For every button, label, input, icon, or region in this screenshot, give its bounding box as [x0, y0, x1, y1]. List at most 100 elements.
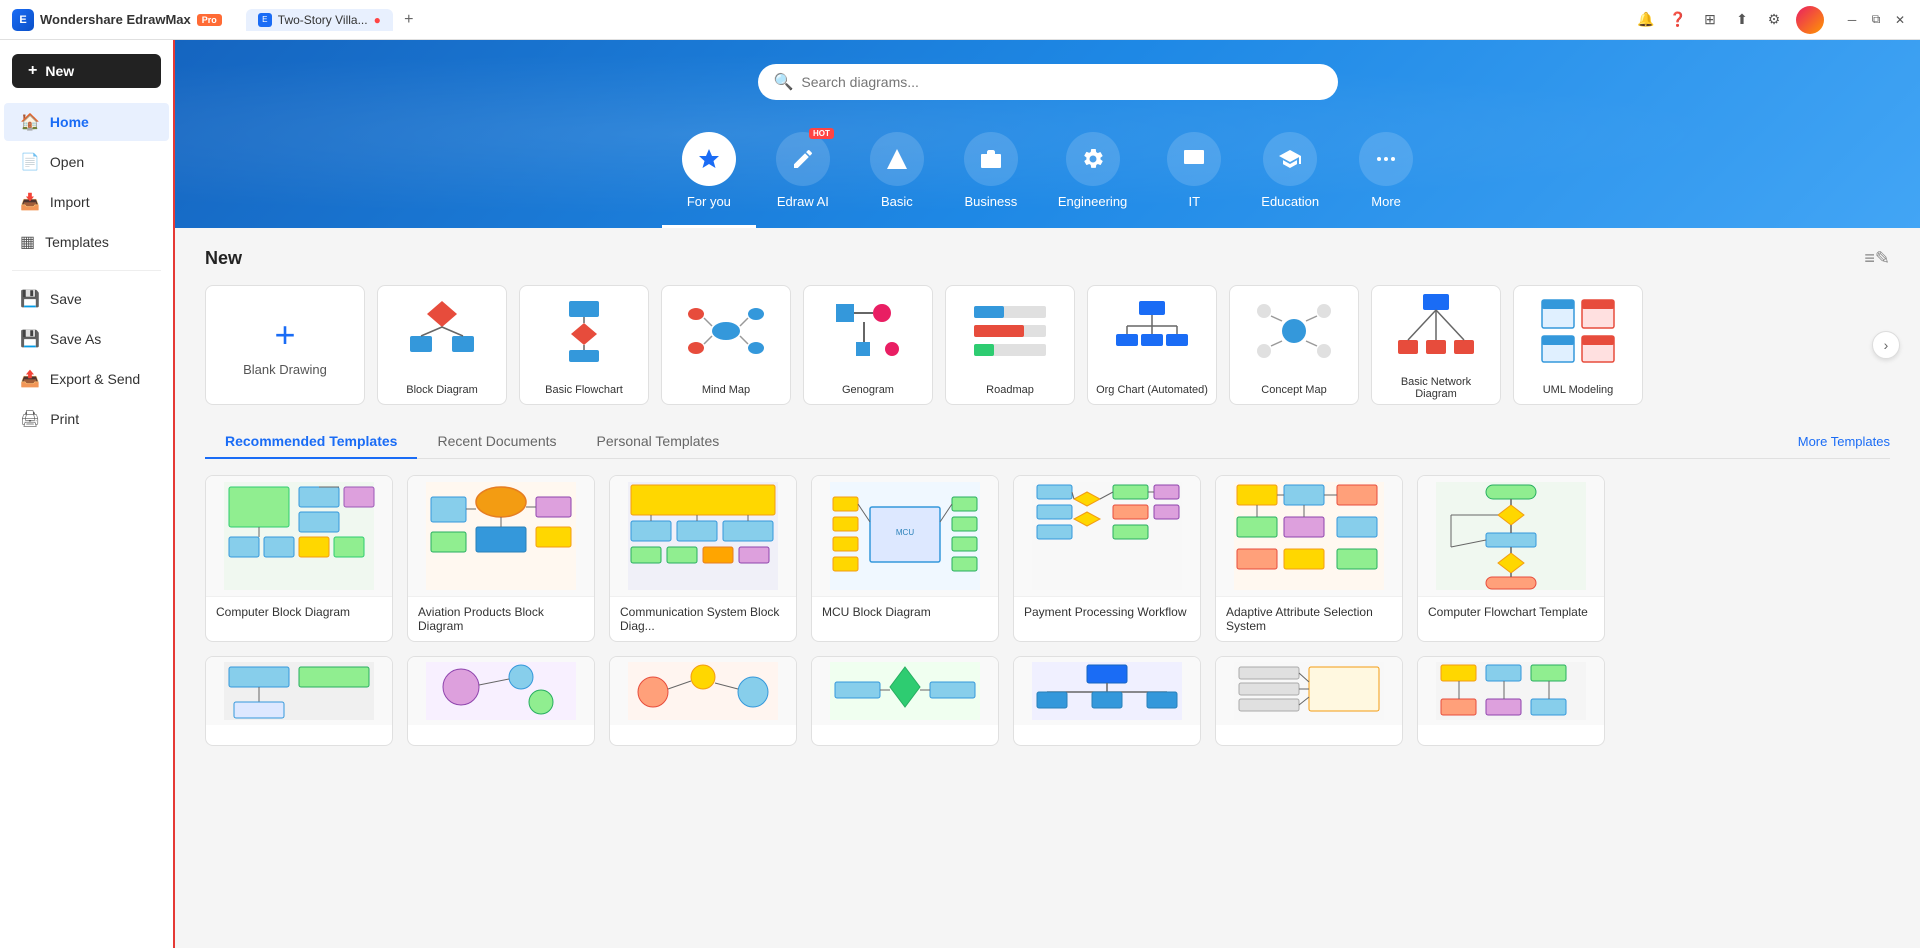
- template-row2-5-thumb: [1014, 657, 1200, 725]
- sidebar-divider: [12, 270, 161, 271]
- sidebar-label-templates: Templates: [45, 234, 109, 250]
- genogram-card[interactable]: Genogram: [803, 285, 933, 405]
- scroll-right-arrow[interactable]: ›: [1872, 331, 1900, 359]
- uml-card[interactable]: UML Modeling: [1513, 285, 1643, 405]
- flowchart-card[interactable]: Basic Flowchart: [519, 285, 649, 405]
- settings-icon[interactable]: ⚙: [1764, 10, 1784, 30]
- app-logo: E Wondershare EdrawMax Pro: [12, 9, 222, 31]
- concept-card[interactable]: Concept Map: [1229, 285, 1359, 405]
- blank-drawing-card[interactable]: + Blank Drawing: [205, 285, 365, 405]
- category-engineering[interactable]: Engineering: [1038, 124, 1147, 228]
- more-label: More: [1371, 194, 1401, 209]
- sidebar-item-print[interactable]: 🖨 Print: [4, 400, 169, 438]
- network-img: [1372, 285, 1500, 368]
- sidebar-item-save[interactable]: 💾 Save: [4, 280, 169, 318]
- tab-close-icon[interactable]: ●: [374, 13, 381, 27]
- mindmap-card[interactable]: Mind Map: [661, 285, 791, 405]
- more-templates-link[interactable]: More Templates: [1798, 434, 1890, 449]
- orgchart-label: Org Chart (Automated): [1088, 380, 1216, 404]
- template-comm-block[interactable]: Communication System Block Diag...: [609, 475, 797, 642]
- template-computer-flowchart[interactable]: Computer Flowchart Template: [1417, 475, 1605, 642]
- edraw-ai-icon: HOT: [776, 132, 830, 186]
- category-basic[interactable]: Basic: [850, 124, 944, 228]
- roadmap-card[interactable]: Roadmap: [945, 285, 1075, 405]
- open-tab[interactable]: E Two-Story Villa... ●: [246, 9, 393, 31]
- pro-badge: Pro: [197, 14, 222, 26]
- new-button[interactable]: + New: [12, 54, 161, 88]
- save-as-icon: 💾: [20, 329, 40, 349]
- blank-label: Blank Drawing: [243, 362, 327, 377]
- open-icon: 📄: [20, 152, 40, 172]
- share-icon[interactable]: ⬆: [1732, 10, 1752, 30]
- category-more[interactable]: More: [1339, 124, 1433, 228]
- template-adaptive-attr[interactable]: Adaptive Attribute Selection System: [1215, 475, 1403, 642]
- close-button[interactable]: ✕: [1892, 12, 1908, 28]
- engineering-icon: [1066, 132, 1120, 186]
- search-box[interactable]: 🔍: [758, 64, 1338, 100]
- tab-personal[interactable]: Personal Templates: [577, 425, 740, 459]
- template-mcu-block[interactable]: MCU MCU Block Di: [811, 475, 999, 642]
- business-label: Business: [965, 194, 1018, 209]
- logo-icon: E: [12, 9, 34, 31]
- sidebar-item-export[interactable]: 📤 Export & Send: [4, 360, 169, 398]
- template-row2-5[interactable]: [1013, 656, 1201, 746]
- hero-banner: 🔍 For you HOT Edra: [175, 40, 1920, 228]
- category-for-you[interactable]: For you: [662, 124, 756, 228]
- template-row2-7-thumb: [1418, 657, 1604, 725]
- template-row2-3-thumb: [610, 657, 796, 725]
- sidebar-item-open[interactable]: 📄 Open: [4, 143, 169, 181]
- block-diagram-label: Block Diagram: [398, 380, 486, 404]
- template-payment-workflow[interactable]: Payment Processing Workflow: [1013, 475, 1201, 642]
- avatar[interactable]: [1796, 6, 1824, 34]
- it-label: IT: [1189, 194, 1201, 209]
- engineering-label: Engineering: [1058, 194, 1127, 209]
- restore-button[interactable]: ⧉: [1868, 12, 1884, 28]
- block-diagram-card[interactable]: Block Diagram: [377, 285, 507, 405]
- search-input[interactable]: [801, 74, 1321, 90]
- category-business[interactable]: Business: [944, 124, 1038, 228]
- orgchart-card[interactable]: Org Chart (Automated): [1087, 285, 1217, 405]
- sidebar-item-save-as[interactable]: 💾 Save As: [4, 320, 169, 358]
- network-card[interactable]: Basic Network Diagram: [1371, 285, 1501, 405]
- it-icon: [1167, 132, 1221, 186]
- genogram-label: Genogram: [834, 380, 902, 404]
- categories-row: For you HOT Edraw AI Basic: [215, 124, 1880, 228]
- notification-icon[interactable]: 🔔: [1636, 10, 1656, 30]
- add-tab-button[interactable]: +: [397, 8, 421, 32]
- tab-recent[interactable]: Recent Documents: [417, 425, 576, 459]
- sidebar: + New 🏠 Home 📄 Open 📥 Import ▦ Templates…: [0, 40, 175, 948]
- template-row2-3[interactable]: [609, 656, 797, 746]
- help-icon[interactable]: ❓: [1668, 10, 1688, 30]
- apps-icon[interactable]: ⊞: [1700, 10, 1720, 30]
- tab-label: Two-Story Villa...: [278, 13, 368, 27]
- roadmap-img: [946, 286, 1074, 376]
- template-row2-6[interactable]: [1215, 656, 1403, 746]
- template-row2-1[interactable]: [205, 656, 393, 746]
- template-grid-row2: [205, 656, 1890, 746]
- minimize-button[interactable]: ─: [1844, 12, 1860, 28]
- sidebar-item-templates[interactable]: ▦ Templates: [4, 223, 169, 261]
- template-row2-4[interactable]: [811, 656, 999, 746]
- template-row2-2[interactable]: [407, 656, 595, 746]
- sidebar-item-import[interactable]: 📥 Import: [4, 183, 169, 221]
- new-section-action[interactable]: ≡✎: [1864, 248, 1890, 269]
- template-row2-7[interactable]: [1417, 656, 1605, 746]
- template-tabs: Recommended Templates Recent Documents P…: [205, 425, 1890, 459]
- blank-plus-icon: +: [274, 314, 295, 356]
- template-computer-block[interactable]: Computer Block Diagram: [205, 475, 393, 642]
- block-diagram-img: [378, 286, 506, 376]
- flowchart-img: [520, 286, 648, 376]
- category-edraw-ai[interactable]: HOT Edraw AI: [756, 124, 850, 228]
- svg-text:MCU: MCU: [896, 528, 914, 537]
- template-thumb-adaptive: [1216, 476, 1402, 596]
- template-name-payment: Payment Processing Workflow: [1014, 596, 1200, 627]
- sidebar-label-import: Import: [50, 194, 90, 210]
- category-education[interactable]: Education: [1241, 124, 1339, 228]
- template-name-computer-block: Computer Block Diagram: [206, 596, 392, 627]
- sidebar-item-home[interactable]: 🏠 Home: [4, 103, 169, 141]
- category-it[interactable]: IT: [1147, 124, 1241, 228]
- tab-recommended[interactable]: Recommended Templates: [205, 425, 417, 459]
- template-aviation-block[interactable]: Aviation Products Block Diagram: [407, 475, 595, 642]
- new-section-title: New: [205, 248, 242, 269]
- basic-label: Basic: [881, 194, 913, 209]
